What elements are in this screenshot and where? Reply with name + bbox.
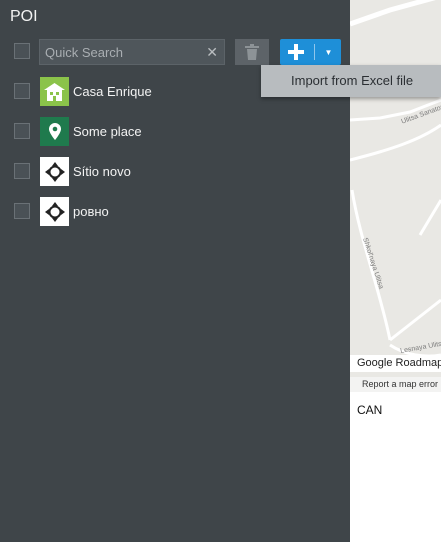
map-view[interactable]: Ulitsa Sanatorna Shkol'naya Ulitsa Lesna… [350,0,441,392]
poi-name: Sítio novo [73,164,131,179]
row-checkbox[interactable] [14,83,30,99]
list-item[interactable]: Sítio novo [0,157,350,197]
poi-name: Casa Enrique [73,84,152,99]
report-map-error-link[interactable]: Report a map error [350,377,441,392]
search-input[interactable] [40,40,200,64]
delete-button[interactable] [235,39,269,65]
below-map-text: CAN [357,403,383,417]
row-checkbox[interactable] [14,163,30,179]
poi-name: ровно [73,204,109,219]
crosshair-icon [40,197,69,226]
poi-list: Casa Enrique Some place Sítio novo ровно [0,77,350,237]
poi-name: Some place [73,124,142,139]
map-pin-icon [40,117,69,146]
chevron-down-icon[interactable]: ▼ [316,39,341,65]
quick-search-box: ✕ [39,39,225,65]
crosshair-icon [40,157,69,186]
button-divider [314,44,315,60]
map-type-selector[interactable]: Google Roadmap [350,355,441,372]
row-checkbox[interactable] [14,123,30,139]
list-item[interactable]: Some place [0,117,350,157]
plus-icon[interactable] [280,39,312,65]
row-checkbox[interactable] [14,203,30,219]
select-all-checkbox[interactable] [14,43,30,59]
menu-item-import-excel[interactable]: Import from Excel file [291,73,413,88]
add-poi-button[interactable]: ▼ [280,39,341,65]
add-dropdown-menu: Import from Excel file [261,65,441,97]
map-roads [350,0,441,358]
list-item[interactable]: ровно [0,197,350,237]
trash-icon [245,44,259,60]
panel-title: POI [10,8,38,25]
house-icon [40,77,69,106]
close-icon[interactable]: ✕ [206,44,218,60]
